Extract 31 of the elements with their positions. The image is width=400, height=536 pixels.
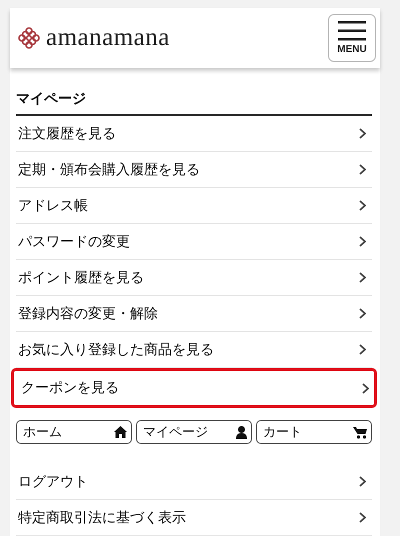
nav-button[interactable]: ホーム [16, 420, 132, 444]
chevron-icon [359, 200, 366, 211]
chevron-icon [362, 382, 369, 394]
menu-item[interactable]: ポイント履歴を見る [16, 260, 372, 296]
menu-button[interactable]: MENU [328, 14, 376, 62]
menu-item[interactable]: アドレス帳 [16, 188, 372, 224]
knot-logo-icon [18, 27, 40, 49]
chevron-icon [359, 308, 366, 319]
chevron-icon [359, 128, 366, 139]
house-icon [114, 426, 127, 438]
chevron-icon [359, 512, 366, 523]
nav-button[interactable]: マイページ [136, 420, 252, 444]
menu-item[interactable]: 特定商取引法に基づく表示 [16, 500, 372, 536]
chevron-icon [359, 344, 366, 355]
chevron-icon [359, 272, 366, 283]
menu-item[interactable]: クーポンを見る [11, 368, 377, 408]
menu-item[interactable]: 注文履歴を見る [16, 116, 372, 152]
menu-item[interactable]: パスワードの変更 [16, 224, 372, 260]
chevron-icon [359, 236, 366, 247]
menu-icon [338, 21, 366, 41]
nav-button[interactable]: カート [256, 420, 372, 444]
menu-item[interactable]: お気に入り登録した商品を見る [16, 332, 372, 368]
logo-text[interactable]: amanamana [46, 24, 170, 52]
menu-item[interactable]: 定期・頒布会購入履歴を見る [16, 152, 372, 188]
menu-item[interactable]: ログアウト [16, 464, 372, 500]
chevron-icon [359, 476, 366, 487]
person-icon [236, 426, 247, 438]
section-title: マイページ [16, 90, 372, 116]
menu-item[interactable]: 登録内容の変更・解除 [16, 296, 372, 332]
cart-icon [353, 426, 367, 438]
chevron-icon [359, 164, 366, 175]
